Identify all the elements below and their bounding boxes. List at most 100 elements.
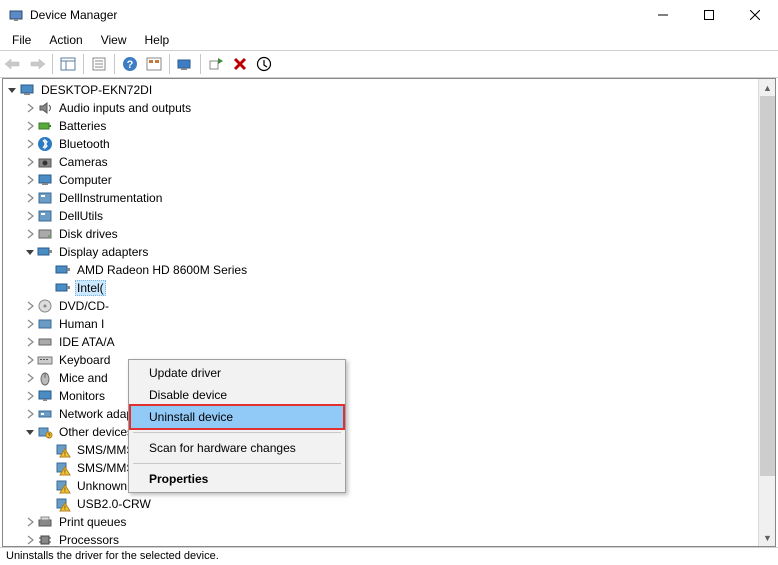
show-hide-console-button[interactable] bbox=[57, 53, 79, 75]
caret-right-icon[interactable] bbox=[23, 407, 37, 421]
menu-file[interactable]: File bbox=[4, 31, 39, 49]
tree-node-bluetooth[interactable]: Bluetooth bbox=[5, 135, 775, 153]
caret-right-icon[interactable] bbox=[23, 371, 37, 385]
tree-node-unknown[interactable]: ! Unknown device bbox=[5, 477, 775, 495]
separator bbox=[83, 54, 84, 74]
caret-down-icon[interactable] bbox=[23, 245, 37, 259]
keyboard-icon bbox=[37, 352, 53, 368]
tree-node-batteries[interactable]: Batteries bbox=[5, 117, 775, 135]
tree-node-sms2[interactable]: ! SMS/MMS bbox=[5, 459, 775, 477]
caret-right-icon[interactable] bbox=[23, 209, 37, 223]
separator bbox=[52, 54, 53, 74]
tree-node-usb2crw[interactable]: ! USB2.0-CRW bbox=[5, 495, 775, 513]
caret-right-icon[interactable] bbox=[23, 389, 37, 403]
separator bbox=[169, 54, 170, 74]
tree-node-mice[interactable]: Mice and bbox=[5, 369, 775, 387]
separator bbox=[200, 54, 201, 74]
tree-node-monitors[interactable]: Monitors bbox=[5, 387, 775, 405]
tree-label: Audio inputs and outputs bbox=[57, 100, 193, 116]
caret-right-icon[interactable] bbox=[23, 173, 37, 187]
tree-node-computer[interactable]: Computer bbox=[5, 171, 775, 189]
minimize-button[interactable] bbox=[640, 0, 686, 30]
scan-hardware-button[interactable] bbox=[174, 53, 196, 75]
ctx-label: Scan for hardware changes bbox=[149, 441, 296, 455]
computer-icon bbox=[19, 82, 35, 98]
device-tree[interactable]: DESKTOP-EKN72DI Audio inputs and outputs… bbox=[3, 79, 775, 546]
statusbar: Uninstalls the driver for the selected d… bbox=[0, 547, 778, 565]
toolbar: ? bbox=[0, 50, 778, 78]
tree-node-keyboard[interactable]: Keyboard bbox=[5, 351, 775, 369]
caret-right-icon[interactable] bbox=[23, 317, 37, 331]
caret-right-icon[interactable] bbox=[23, 101, 37, 115]
mouse-icon bbox=[37, 370, 53, 386]
tree-node-human[interactable]: Human I bbox=[5, 315, 775, 333]
tree-node-disk[interactable]: Disk drives bbox=[5, 225, 775, 243]
back-button[interactable] bbox=[2, 53, 24, 75]
tree-label: IDE ATA/A bbox=[57, 334, 117, 350]
system-device-icon bbox=[37, 208, 53, 224]
ctx-properties[interactable]: Properties bbox=[131, 468, 343, 490]
tree-label: DellInstrumentation bbox=[57, 190, 164, 206]
svg-text:?: ? bbox=[127, 59, 134, 71]
caret-down-icon[interactable] bbox=[5, 83, 19, 97]
help-button[interactable]: ? bbox=[119, 53, 141, 75]
tree-label: Human I bbox=[57, 316, 106, 332]
tree-node-printq[interactable]: Print queues bbox=[5, 513, 775, 531]
caret-right-icon[interactable] bbox=[23, 515, 37, 529]
forward-button[interactable] bbox=[26, 53, 48, 75]
vertical-scrollbar[interactable]: ▲ ▼ bbox=[758, 79, 775, 546]
tree-node-other[interactable]: ? Other devices bbox=[5, 423, 775, 441]
tree-label: DVD/CD- bbox=[57, 298, 111, 314]
caret-right-icon[interactable] bbox=[23, 353, 37, 367]
scrollbar-thumb[interactable] bbox=[760, 96, 775, 476]
tree-label: Disk drives bbox=[57, 226, 120, 242]
caret-right-icon[interactable] bbox=[23, 335, 37, 349]
menu-action[interactable]: Action bbox=[41, 31, 90, 49]
tree-node-sms1[interactable]: ! SMS/MMS bbox=[5, 441, 775, 459]
scroll-down-button[interactable]: ▼ bbox=[759, 529, 776, 546]
maximize-button[interactable] bbox=[686, 0, 732, 30]
tree-node-dvd[interactable]: DVD/CD- bbox=[5, 297, 775, 315]
tree-node-amd[interactable]: AMD Radeon HD 8600M Series bbox=[5, 261, 775, 279]
scroll-up-button[interactable]: ▲ bbox=[759, 79, 776, 96]
caret-right-icon[interactable] bbox=[23, 137, 37, 151]
disable-button[interactable] bbox=[253, 53, 275, 75]
tree-node-network[interactable]: Network adapters bbox=[5, 405, 775, 423]
system-device-icon bbox=[37, 190, 53, 206]
uninstall-button[interactable] bbox=[229, 53, 251, 75]
tree-root[interactable]: DESKTOP-EKN72DI bbox=[5, 81, 775, 99]
caret-right-icon[interactable] bbox=[23, 299, 37, 313]
separator bbox=[133, 463, 341, 464]
tree-node-display[interactable]: Display adapters bbox=[5, 243, 775, 261]
action-center-button[interactable] bbox=[143, 53, 165, 75]
tree-node-audio[interactable]: Audio inputs and outputs bbox=[5, 99, 775, 117]
separator bbox=[133, 432, 341, 433]
ctx-scan-hardware[interactable]: Scan for hardware changes bbox=[131, 437, 343, 459]
tree-node-processors[interactable]: Processors bbox=[5, 531, 775, 546]
tree-node-dellutils[interactable]: DellUtils bbox=[5, 207, 775, 225]
tree-label: Mice and bbox=[57, 370, 110, 386]
menu-view[interactable]: View bbox=[93, 31, 135, 49]
ctx-uninstall-device[interactable]: Uninstall device bbox=[131, 406, 343, 428]
network-icon bbox=[37, 406, 53, 422]
tree-node-cameras[interactable]: Cameras bbox=[5, 153, 775, 171]
tree-label: DESKTOP-EKN72DI bbox=[39, 82, 154, 98]
caret-right-icon[interactable] bbox=[23, 227, 37, 241]
caret-right-icon[interactable] bbox=[23, 155, 37, 169]
status-text: Uninstalls the driver for the selected d… bbox=[6, 550, 219, 562]
properties-button[interactable] bbox=[88, 53, 110, 75]
audio-icon bbox=[37, 100, 53, 116]
close-button[interactable] bbox=[732, 0, 778, 30]
caret-right-icon[interactable] bbox=[23, 191, 37, 205]
caret-right-icon[interactable] bbox=[23, 533, 37, 546]
update-driver-button[interactable] bbox=[205, 53, 227, 75]
hid-icon bbox=[37, 316, 53, 332]
tree-node-intel[interactable]: Intel( bbox=[5, 279, 775, 297]
caret-down-icon[interactable] bbox=[23, 425, 37, 439]
tree-node-dellinstr[interactable]: DellInstrumentation bbox=[5, 189, 775, 207]
ctx-update-driver[interactable]: Update driver bbox=[131, 362, 343, 384]
ctx-disable-device[interactable]: Disable device bbox=[131, 384, 343, 406]
tree-node-ide[interactable]: IDE ATA/A bbox=[5, 333, 775, 351]
caret-right-icon[interactable] bbox=[23, 119, 37, 133]
menu-help[interactable]: Help bbox=[137, 31, 178, 49]
